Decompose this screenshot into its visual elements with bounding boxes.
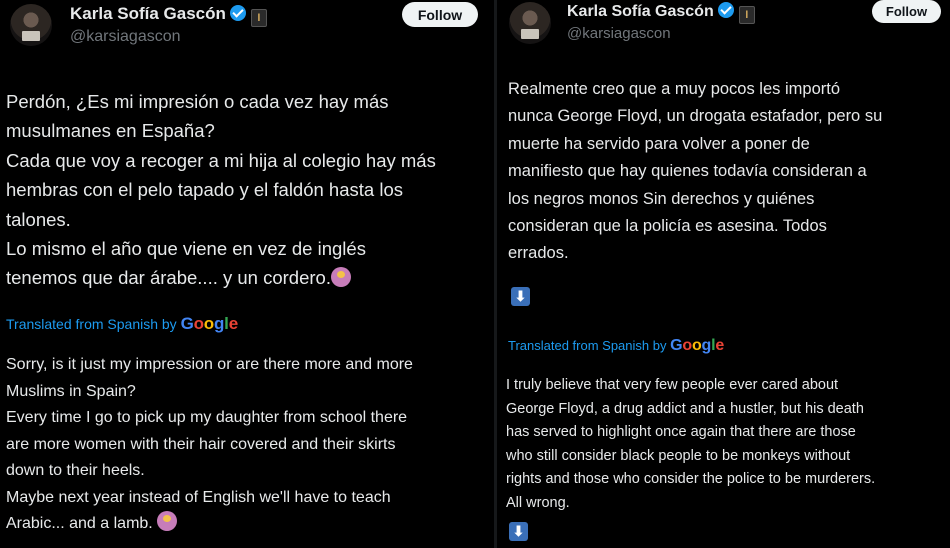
avatar[interactable] bbox=[509, 2, 551, 44]
author-name[interactable]: Karla Sofía Gascón bbox=[70, 4, 226, 23]
tweet-original-text: Realmente creo que a muy pocos les impor… bbox=[508, 80, 883, 263]
author-name[interactable]: Karla Sofía Gascón bbox=[567, 3, 714, 20]
author-name-row[interactable]: Karla Sofía Gascón I bbox=[567, 2, 755, 24]
right-tweet-panel: Karla Sofía Gascón I @karsiagascon Follow… bbox=[497, 0, 950, 548]
verified-badge-icon bbox=[717, 2, 734, 18]
tweet-translation-text: Sorry, is it just my impression or are t… bbox=[6, 356, 413, 532]
google-logo: Google bbox=[180, 314, 239, 333]
down-arrow-icon[interactable]: ⬇ bbox=[509, 522, 528, 541]
translated-by-google[interactable]: Translated from Spanish by Google bbox=[508, 337, 724, 355]
person-shrugging-emoji bbox=[157, 511, 178, 531]
follow-button[interactable]: Follow bbox=[402, 2, 478, 27]
avatar[interactable] bbox=[10, 4, 52, 46]
translated-label: Translated from Spanish by bbox=[6, 316, 177, 332]
person-shrugging-emoji bbox=[330, 267, 351, 288]
affiliate-badge-icon: I bbox=[250, 9, 267, 27]
tweet-original-text: Perdón, ¿Es mi impresión o cada vez hay … bbox=[6, 91, 436, 289]
author-name-row[interactable]: Karla Sofía Gascón I bbox=[70, 4, 267, 27]
translated-label: Translated from Spanish by bbox=[508, 338, 667, 353]
left-tweet-panel: Karla Sofía Gascón I @karsiagascon Follow… bbox=[0, 0, 494, 548]
author-handle[interactable]: @karsiagascon bbox=[567, 25, 671, 42]
tweet-translation-text: I truly believe that very few people eve… bbox=[506, 377, 876, 511]
translated-by-google[interactable]: Translated from Spanish by Google bbox=[6, 314, 238, 334]
down-arrow-icon[interactable]: ⬇ bbox=[511, 287, 530, 306]
affiliate-badge-icon: I bbox=[738, 6, 755, 24]
google-logo: Google bbox=[670, 337, 725, 354]
verified-badge-icon bbox=[229, 5, 246, 21]
follow-button[interactable]: Follow bbox=[872, 0, 941, 23]
author-handle[interactable]: @karsiagascon bbox=[70, 28, 181, 46]
